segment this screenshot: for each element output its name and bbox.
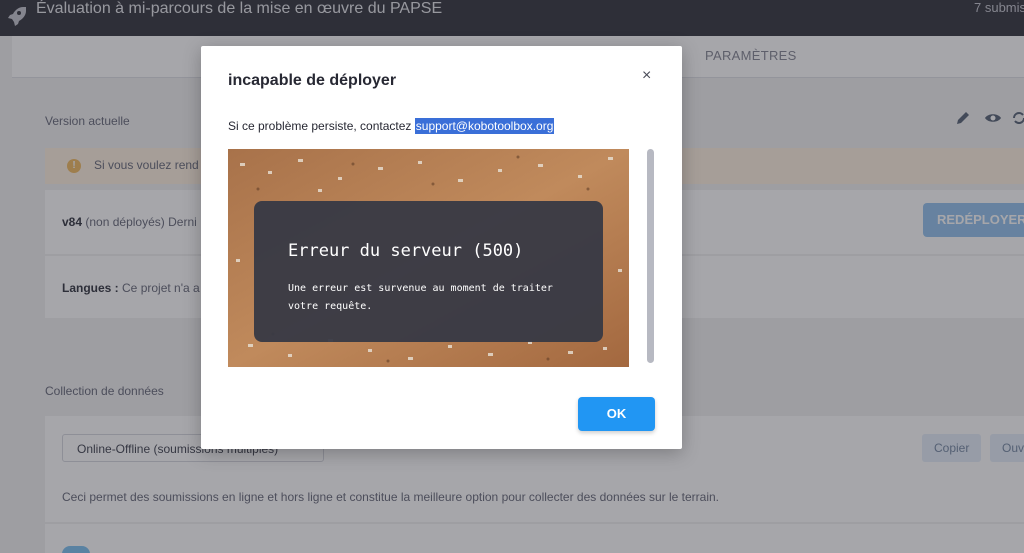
modal-message: Si ce problème persiste, contactez suppo… bbox=[228, 118, 555, 134]
close-icon[interactable]: × bbox=[642, 68, 651, 84]
message-text: Si ce problème persiste, contactez bbox=[228, 119, 415, 133]
modal-scrollbar-thumb[interactable] bbox=[647, 149, 654, 363]
error-modal: incapable de déployer × Si ce problème p… bbox=[201, 46, 682, 449]
ok-button[interactable]: OK bbox=[578, 397, 655, 431]
support-email-link[interactable]: support@kobotoolbox.org bbox=[414, 118, 555, 134]
error-page-frame: Erreur du serveur (500) Une erreur est s… bbox=[228, 149, 629, 367]
modal-title: incapable de déployer bbox=[228, 72, 397, 89]
server-error-title: Erreur du serveur (500) bbox=[288, 241, 524, 261]
server-error-panel: Erreur du serveur (500) Une erreur est s… bbox=[254, 201, 603, 342]
server-error-text: Une erreur est survenue au moment de tra… bbox=[288, 283, 553, 312]
